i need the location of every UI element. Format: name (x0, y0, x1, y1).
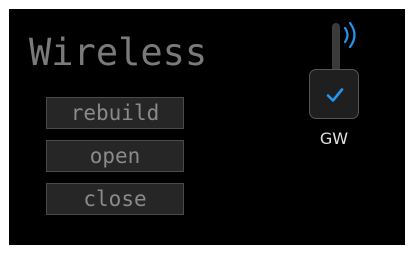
gateway-label: GW (319, 129, 349, 148)
open-button[interactable]: open (46, 140, 184, 172)
gateway-status-box[interactable] (309, 69, 359, 119)
wireless-panel: Wireless rebuild open close GW (9, 9, 405, 245)
gateway-node[interactable]: GW (305, 19, 375, 169)
panel-title: Wireless (29, 31, 208, 74)
check-icon (326, 88, 344, 102)
wifi-signal-icon (343, 21, 356, 49)
rebuild-button[interactable]: rebuild (46, 97, 184, 129)
close-button[interactable]: close (46, 183, 184, 215)
